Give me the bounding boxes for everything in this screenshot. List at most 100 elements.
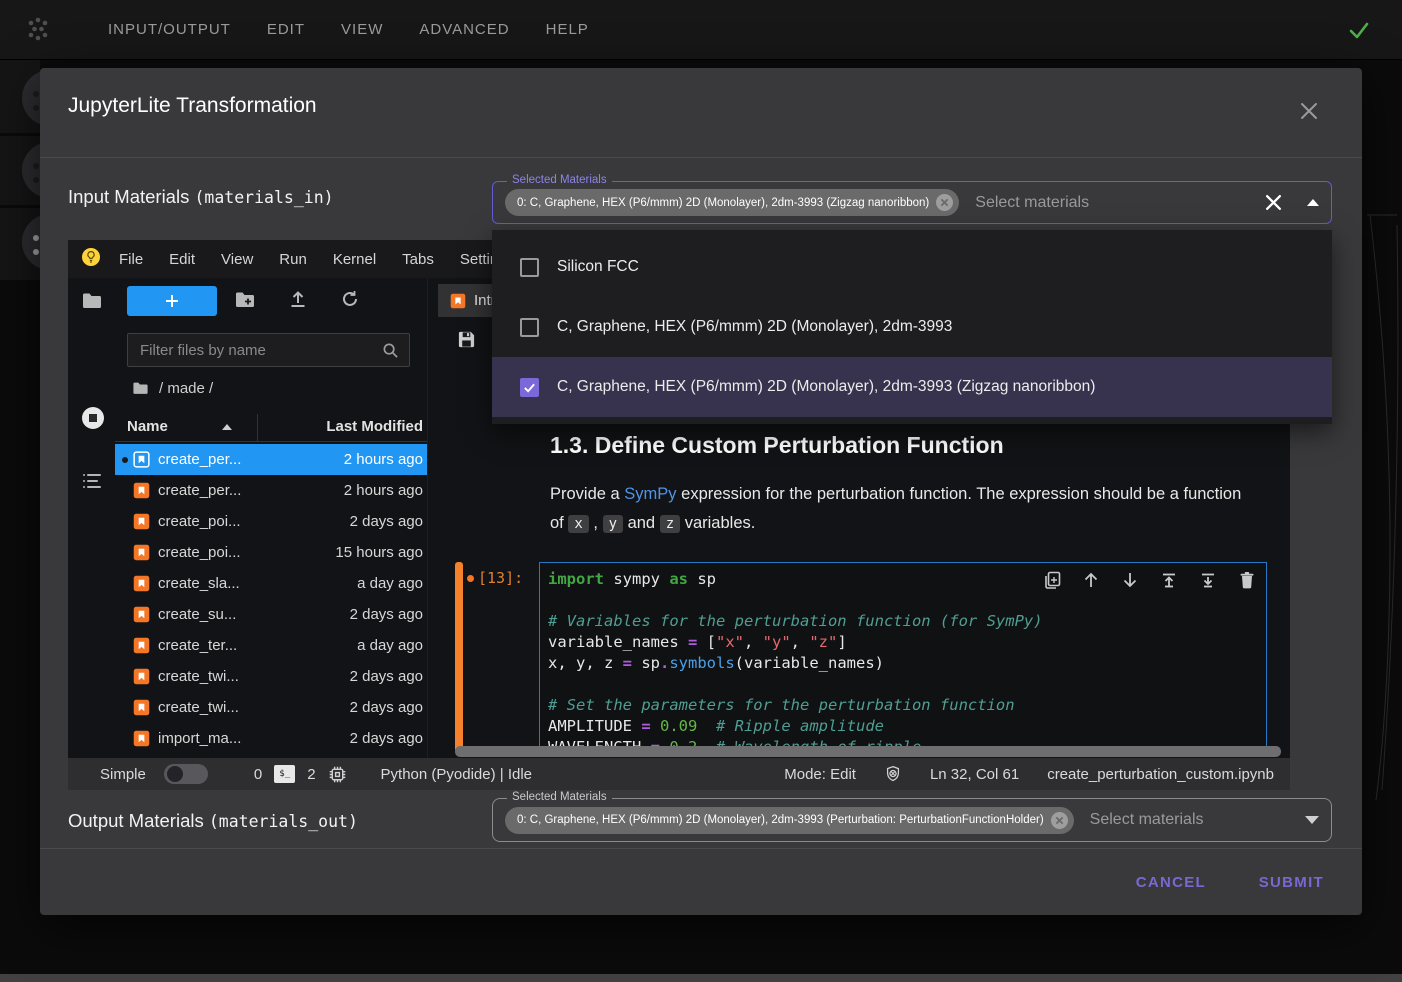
- checkbox-icon[interactable]: [520, 318, 539, 337]
- expand-dropdown-icon[interactable]: [1305, 816, 1319, 824]
- drag-dot-icon: [33, 235, 39, 241]
- panel-divider: [427, 278, 428, 758]
- checkbox-icon[interactable]: [520, 258, 539, 277]
- jupyter-menu-file[interactable]: File: [119, 251, 143, 268]
- checkbox-checked-icon[interactable]: [520, 378, 539, 397]
- filter-files-input[interactable]: Filter files by name: [127, 333, 410, 367]
- terminal-icon[interactable]: $_: [274, 765, 295, 783]
- sympy-link[interactable]: SymPy: [624, 485, 676, 503]
- new-folder-icon[interactable]: [234, 289, 256, 316]
- inline-code-z: z: [660, 515, 680, 533]
- collapse-dropdown-icon[interactable]: [1307, 199, 1319, 206]
- file-name: import_ma...: [158, 730, 241, 747]
- terminal-count[interactable]: 0: [254, 766, 262, 783]
- insert-cell-above-icon[interactable]: [1160, 571, 1178, 589]
- select-materials-placeholder[interactable]: Select materials: [975, 194, 1089, 212]
- save-icon[interactable]: [457, 330, 476, 354]
- material-chip[interactable]: 0: C, Graphene, HEX (P6/mmm) 2D (Monolay…: [505, 807, 1074, 834]
- delete-cell-icon[interactable]: [1238, 571, 1256, 589]
- app-menu-help[interactable]: HELP: [546, 21, 589, 38]
- notebook-file-icon: [133, 575, 150, 592]
- refresh-icon[interactable]: [340, 289, 360, 314]
- simple-mode-toggle[interactable]: [164, 764, 208, 784]
- file-row[interactable]: create_poi...2 days ago: [115, 506, 427, 537]
- cell-toolbar: [1043, 571, 1256, 589]
- cancel-button[interactable]: CANCEL: [1130, 868, 1212, 896]
- notebook-file-icon: [133, 668, 150, 685]
- remove-chip-icon[interactable]: [1051, 812, 1068, 829]
- app-menu-advanced[interactable]: ADVANCED: [419, 21, 509, 38]
- material-option-label: C, Graphene, HEX (P6/mmm) 2D (Monolayer)…: [557, 318, 952, 336]
- file-list: create_per...2 hours agocreate_per...2 h…: [115, 444, 427, 754]
- running-sessions-tab-icon[interactable]: [81, 406, 105, 435]
- cell-collapser[interactable]: [455, 562, 463, 752]
- horizontal-scrollbar[interactable]: [455, 746, 1281, 757]
- jupyter-menu-kernel[interactable]: Kernel: [333, 251, 376, 268]
- file-row[interactable]: create_su...2 days ago: [115, 599, 427, 630]
- output-materials-select[interactable]: Selected Materials 0: C, Graphene, HEX (…: [492, 798, 1332, 842]
- file-row[interactable]: create_sla...a day ago: [115, 568, 427, 599]
- close-icon[interactable]: [1298, 100, 1320, 122]
- file-browser-tab-icon[interactable]: [81, 290, 103, 317]
- kernel-count[interactable]: 2: [307, 766, 315, 783]
- jupyter-menu-edit[interactable]: Edit: [169, 251, 195, 268]
- folder-icon: [132, 380, 149, 397]
- upload-icon[interactable]: [288, 289, 308, 314]
- field-label: Selected Materials: [507, 791, 612, 803]
- markdown-paragraph: Provide a SymPy expression for the pertu…: [550, 480, 1250, 539]
- cursor-position[interactable]: Ln 32, Col 61: [930, 766, 1019, 783]
- app-menu-edit[interactable]: EDIT: [267, 21, 305, 38]
- insert-cell-below-icon[interactable]: [1199, 571, 1217, 589]
- select-materials-placeholder[interactable]: Select materials: [1090, 811, 1204, 829]
- material-chip-label: 0: C, Graphene, HEX (P6/mmm) 2D (Monolay…: [517, 814, 1044, 826]
- file-row[interactable]: create_per...2 hours ago: [115, 444, 427, 475]
- file-row[interactable]: create_ter...a day ago: [115, 630, 427, 661]
- app-menu-bar: INPUT/OUTPUT EDIT VIEW ADVANCED HELP: [108, 21, 589, 38]
- move-cell-down-icon[interactable]: [1121, 571, 1139, 589]
- kernel-status[interactable]: Python (Pyodide) | Idle: [381, 766, 532, 783]
- file-row[interactable]: create_poi...15 hours ago: [115, 537, 427, 568]
- move-cell-up-icon[interactable]: [1082, 571, 1100, 589]
- column-name[interactable]: Name: [127, 418, 168, 435]
- app-logo-dots-icon: [24, 16, 52, 44]
- materials-dropdown: Silicon FCC C, Graphene, HEX (P6/mmm) 2D …: [492, 230, 1332, 424]
- divider: [0, 205, 40, 208]
- plus-icon: [164, 293, 180, 309]
- column-last-modified[interactable]: Last Modified: [326, 418, 423, 435]
- column-divider: [257, 414, 258, 441]
- input-materials-label: Input Materials (materials_in): [68, 186, 334, 208]
- material-chip[interactable]: 0: C, Graphene, HEX (P6/mmm) 2D (Monolay…: [505, 189, 959, 216]
- notebook-file-icon: [133, 451, 150, 468]
- file-row[interactable]: import_ma...2 days ago: [115, 723, 427, 754]
- jupyter-activity-bar: [68, 278, 115, 758]
- trust-shield-icon[interactable]: [884, 765, 902, 783]
- notebook-file-icon: [133, 637, 150, 654]
- page-scrollbar[interactable]: [0, 974, 1402, 982]
- breadcrumb[interactable]: / made /: [132, 380, 213, 397]
- code-line: [548, 674, 1258, 695]
- file-row[interactable]: create_twi...2 days ago: [115, 692, 427, 723]
- material-option-label: C, Graphene, HEX (P6/mmm) 2D (Monolayer)…: [557, 378, 1095, 396]
- clear-selection-icon[interactable]: [1264, 193, 1283, 212]
- submit-button[interactable]: SUBMIT: [1253, 868, 1330, 896]
- table-of-contents-tab-icon[interactable]: [81, 470, 103, 497]
- material-option[interactable]: Silicon FCC: [492, 237, 1332, 297]
- kernel-chip-icon[interactable]: [328, 765, 347, 784]
- jupyter-menu-tabs[interactable]: Tabs: [402, 251, 434, 268]
- material-option[interactable]: C, Graphene, HEX (P6/mmm) 2D (Monolayer)…: [492, 357, 1332, 417]
- input-materials-select[interactable]: Selected Materials 0: C, Graphene, HEX (…: [492, 181, 1332, 224]
- new-launcher-button[interactable]: [127, 286, 217, 316]
- file-modified: 2 days ago: [350, 606, 423, 623]
- duplicate-cell-icon[interactable]: [1043, 571, 1061, 589]
- jupyter-menu-run[interactable]: Run: [279, 251, 307, 268]
- sort-asc-icon[interactable]: [222, 424, 232, 430]
- file-row[interactable]: create_twi...2 days ago: [115, 661, 427, 692]
- app-menu-input-output[interactable]: INPUT/OUTPUT: [108, 21, 231, 38]
- remove-chip-icon[interactable]: [936, 194, 953, 211]
- file-row[interactable]: create_per...2 hours ago: [115, 475, 427, 506]
- material-option[interactable]: C, Graphene, HEX (P6/mmm) 2D (Monolayer)…: [492, 297, 1332, 357]
- code-editor[interactable]: import sympy as sp # Variables for the p…: [539, 562, 1267, 752]
- app-menu-view[interactable]: VIEW: [341, 21, 383, 38]
- check-icon[interactable]: [1346, 17, 1372, 48]
- jupyter-menu-view[interactable]: View: [221, 251, 253, 268]
